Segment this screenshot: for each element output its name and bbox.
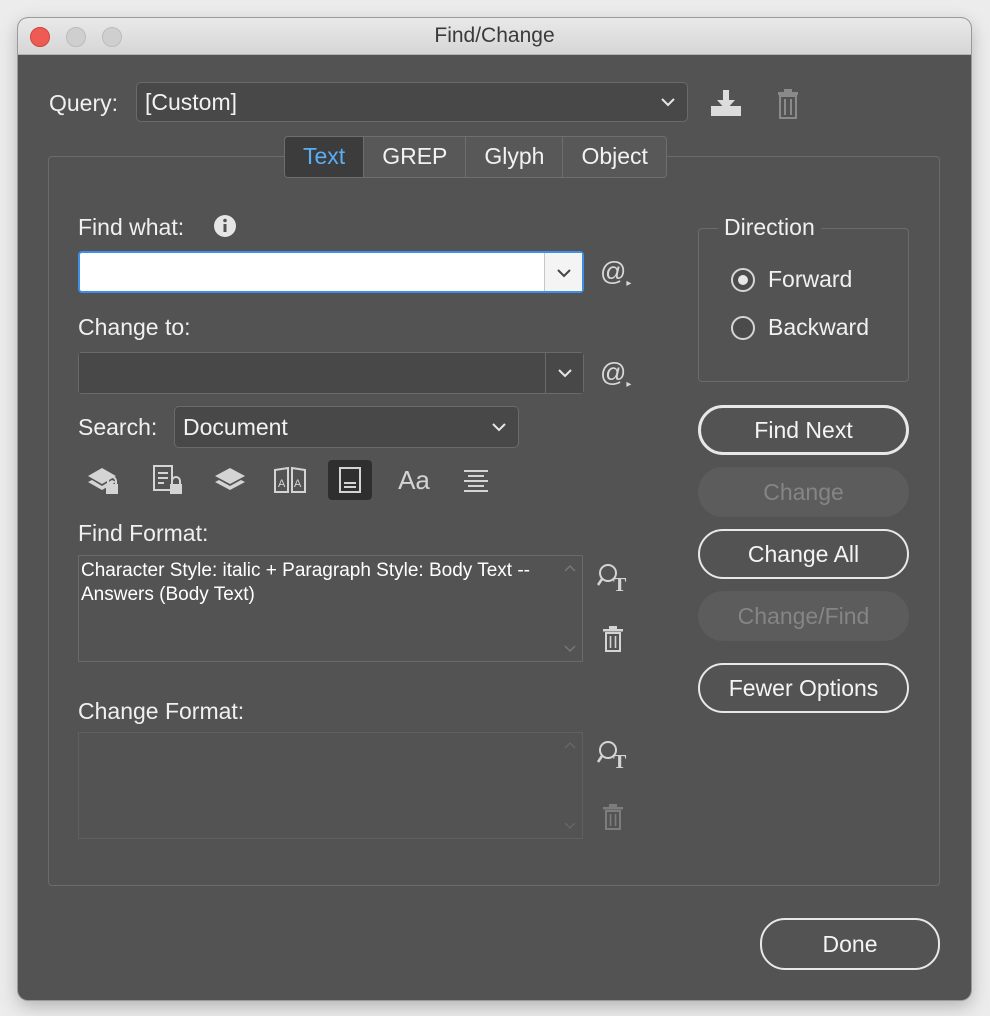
change-format-box[interactable] — [78, 732, 583, 839]
svg-text:T: T — [613, 751, 627, 771]
include-locked-layers-icon[interactable] — [82, 460, 126, 500]
search-value: Document — [183, 414, 288, 440]
svg-text:T: T — [613, 574, 627, 594]
tab-grep[interactable]: GREP — [364, 137, 467, 177]
done-button[interactable]: Done — [760, 918, 940, 970]
find-next-button[interactable]: Find Next — [698, 405, 909, 455]
change-all-button[interactable]: Change All — [698, 529, 909, 579]
find-what-combo — [78, 251, 584, 293]
fewer-options-button[interactable]: Fewer Options — [698, 663, 909, 713]
change-format-label: Change Format: — [78, 698, 245, 724]
search-label: Search: — [78, 414, 158, 440]
chevron-down-icon — [492, 423, 506, 432]
find-what-label: Find what: — [78, 214, 185, 240]
backward-label[interactable]: Backward — [768, 314, 869, 341]
query-select[interactable]: [Custom] — [136, 82, 688, 122]
change-find-button[interactable]: Change/Find — [698, 591, 909, 641]
include-master-pages-icon[interactable]: A A — [268, 460, 312, 500]
tab-glyph[interactable]: Glyph — [466, 137, 564, 177]
specify-change-format-icon[interactable]: T — [596, 739, 632, 771]
chevron-down-icon — [558, 369, 572, 378]
forward-radio[interactable] — [731, 268, 755, 292]
change-to-combo — [78, 352, 584, 394]
delete-query-icon — [778, 89, 798, 119]
find-format-text: Character Style: italic + Paragraph Styl… — [81, 560, 530, 605]
query-value: [Custom] — [145, 89, 238, 115]
change-to-label: Change to: — [78, 314, 191, 340]
tab-object[interactable]: Object — [563, 137, 665, 177]
find-format-box[interactable]: Character Style: italic + Paragraph Styl… — [78, 555, 583, 662]
case-sensitive-icon[interactable]: Aa — [392, 460, 436, 500]
find-what-input[interactable] — [80, 253, 548, 291]
include-locked-stories-icon[interactable] — [146, 460, 190, 500]
svg-text:A: A — [294, 478, 302, 490]
chevron-down-icon — [557, 269, 571, 278]
scroll-up-icon[interactable] — [564, 741, 576, 749]
find-change-dialog: Find/Change Query: [Custom] Text GREP Gl… — [18, 18, 971, 1000]
include-hidden-layers-icon[interactable] — [208, 460, 252, 500]
change-to-dropdown[interactable] — [545, 353, 583, 393]
svg-text:A: A — [278, 478, 286, 490]
find-what-dropdown[interactable] — [544, 253, 582, 291]
tab-text[interactable]: Text — [285, 137, 365, 177]
tab-bar: Text GREP Glyph Object — [284, 136, 667, 178]
scroll-up-icon[interactable] — [564, 564, 576, 572]
specify-find-format-icon[interactable]: T — [596, 562, 632, 594]
whole-word-icon[interactable] — [454, 460, 498, 500]
find-format-label: Find Format: — [78, 520, 209, 546]
scroll-down-icon[interactable] — [564, 822, 576, 830]
forward-label[interactable]: Forward — [768, 266, 852, 293]
query-label: Query: — [49, 90, 119, 116]
search-select[interactable]: Document — [174, 406, 519, 448]
include-footnotes-icon[interactable] — [328, 460, 372, 500]
direction-label: Direction — [718, 214, 821, 241]
scroll-down-icon[interactable] — [564, 645, 576, 653]
save-query-icon[interactable] — [708, 86, 744, 122]
chevron-down-icon — [661, 98, 675, 107]
change-to-input[interactable] — [79, 353, 547, 393]
change-button[interactable]: Change — [698, 467, 909, 517]
title-bar: Find/Change — [18, 18, 971, 55]
find-special-characters-icon[interactable]: @▸ — [600, 256, 631, 289]
direction-group — [698, 228, 909, 382]
window-title: Find/Change — [434, 24, 555, 47]
info-icon[interactable] — [213, 214, 237, 238]
clear-change-format-icon — [603, 804, 623, 830]
clear-find-format-icon[interactable] — [598, 624, 628, 654]
backward-radio[interactable] — [731, 316, 755, 340]
change-special-characters-icon[interactable]: @▸ — [600, 357, 631, 390]
